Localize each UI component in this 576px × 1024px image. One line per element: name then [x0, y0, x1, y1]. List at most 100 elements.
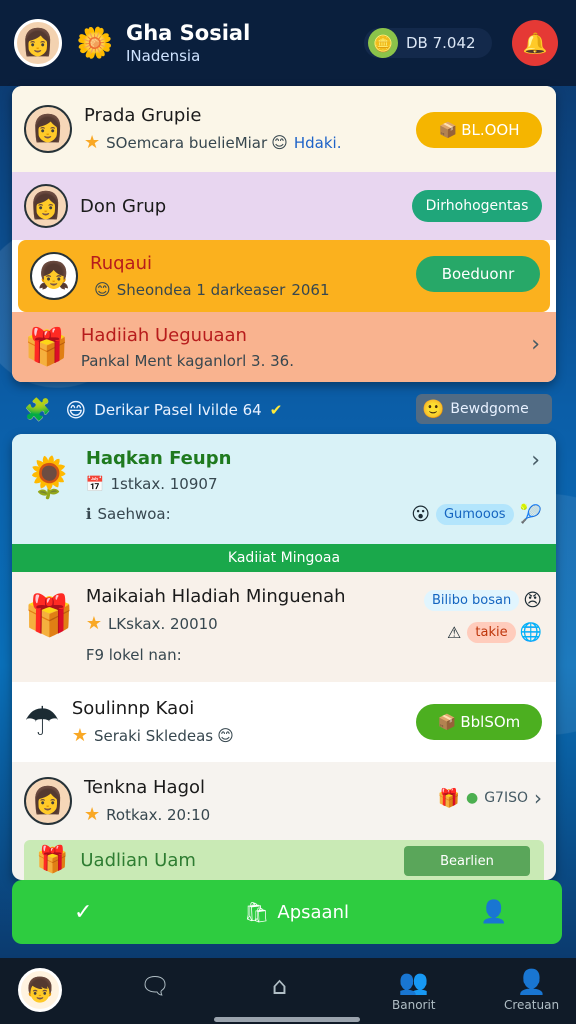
app-subtitle: INadensia — [126, 47, 201, 65]
coin-text: DB 7.042 — [406, 34, 476, 52]
dot-icon: ● — [465, 790, 479, 806]
group-action-label: BL.OOH — [461, 121, 520, 139]
groups-card: 👩 Prada Grupie ★ SOemcara buelieMiar 😊 H… — [12, 86, 556, 382]
person-icon: 👤 — [516, 968, 547, 996]
smile-icon: 😊 — [94, 280, 111, 299]
user-icon[interactable]: 👤 — [480, 900, 507, 925]
item-action-button[interactable]: Bearlien — [404, 846, 530, 876]
box-icon: 📦 — [437, 713, 457, 731]
action-bar-label: Apsaanl — [277, 901, 349, 923]
app-header: 👩 🌼 Gha Sosial INadensia 🪙 DB 7.042 🔔 — [0, 0, 576, 86]
message-icon: 🗨 — [140, 972, 171, 1000]
item-sub: ★ Seraki Skledeas 😊 — [72, 725, 234, 746]
daily-sub-text: 1stkax. 10907 — [110, 475, 218, 493]
smile-icon: 😊 — [271, 133, 288, 152]
check-circle-icon[interactable]: ✓ — [74, 900, 92, 925]
item-row[interactable]: 👩 Tenkna Hagol ★ Rotkax. 20:10 🎁 ● G7ISO… — [12, 762, 556, 840]
coin-icon: 🪙 — [368, 28, 398, 58]
item-sub2-text: F9 lokel nan: — [85, 646, 182, 664]
group-row[interactable]: 👧 Ruqaui 😊 Sheondea 1 darkeaser 2061 Boe… — [18, 240, 550, 312]
item-tag-group: Bilibo bosan 😠 — [423, 590, 542, 611]
daily-card: 🌻 Haqkan Feupn 📅 1stkax. 10907 ℹ Saehwoa… — [12, 434, 556, 880]
daily-banner: Kadiiat Mingoaa — [12, 544, 556, 572]
action-bar: ✓ 🛍 Apsaanl 👤 — [12, 880, 562, 944]
item-title: Uadlian Uam — [80, 849, 196, 871]
group-row[interactable]: 👩 Prada Grupie ★ SOemcara buelieMiar 😊 H… — [12, 86, 556, 172]
item-title: Maikaiah Hladiah Minguenah — [85, 586, 346, 607]
group-action-button[interactable]: 📦 BL.OOH — [416, 112, 542, 148]
promo-button[interactable]: 🙂 Bewdgome — [416, 394, 552, 424]
daily-row[interactable]: 🌻 Haqkan Feupn 📅 1stkax. 10907 ℹ Saehwoa… — [12, 434, 556, 544]
smile-icon: 😊 — [217, 726, 234, 745]
group-sub-text: Pankal Ment kaganlorl 3. 36. — [80, 351, 294, 370]
promo-strip[interactable]: 🧩 😄 Derikar Pasel Ivilde 64 ✔ 🙂 Bewdgome — [24, 394, 554, 426]
bag-icon: 🛍 — [244, 900, 270, 924]
star-icon: ★ — [84, 804, 101, 825]
group-sub: 😊 Sheondea 1 darkeaser 2061 — [90, 280, 330, 299]
item-action-button[interactable]: 📦 BblSOm — [416, 704, 542, 740]
promo-button-label: Bewdgome — [450, 401, 529, 417]
ball-icon: 🎾 — [519, 504, 542, 525]
coin-balance[interactable]: 🪙 DB 7.042 — [364, 28, 492, 58]
group-sub: ★ SOemcara buelieMiar 😊 Hdaki. — [84, 132, 341, 153]
item-sub: ★ LKskax. 20010 — [86, 613, 346, 634]
item-row[interactable]: 🎁 Maikaiah Hladiah Minguenah ★ LKskax. 2… — [12, 572, 556, 682]
item-row[interactable]: 🎁 Uadlian Uam Bearlien — [24, 840, 544, 880]
star-icon: ★ — [85, 613, 102, 634]
item-code-group: 🎁 ● G7ISO › — [438, 786, 542, 810]
puzzle-icon: 🧩 — [24, 397, 52, 423]
daily-sub2-text: Saehwoa: — [97, 505, 171, 523]
item-tag-group2: ⚠ takie 🌐 — [447, 622, 542, 643]
calendar-icon: 📅 — [85, 475, 105, 493]
group-avatar: 👧 — [30, 252, 78, 300]
group-title: Hadiiah Ueguuaan — [80, 324, 247, 346]
star-icon: ★ — [71, 725, 88, 746]
gift-icon: 🎁 — [24, 327, 69, 368]
item-sub: ★ Rotkax. 20:10 — [84, 804, 210, 825]
warning-icon: ⚠ — [447, 623, 462, 642]
nav-label: Creatuan — [504, 998, 560, 1012]
flower-icon: 🌻 — [24, 455, 74, 501]
chevron-right-icon[interactable]: › — [531, 448, 540, 473]
notification-button[interactable]: 🔔 — [512, 20, 558, 66]
chevron-right-icon[interactable]: › — [534, 786, 542, 810]
item-action-label: Bearlien — [440, 853, 494, 869]
nav-messages[interactable]: 🗨 — [140, 972, 170, 1000]
app-logo: 🌼 — [76, 25, 114, 61]
group-sub-tag: Hdaki. — [293, 133, 342, 152]
group-title: Prada Grupie — [84, 105, 202, 126]
item-tag[interactable]: Bilibo bosan — [423, 590, 520, 611]
item-title: Soulinnp Kaoi — [71, 698, 195, 719]
group-sub-text: SOemcara buelieMiar — [106, 133, 268, 152]
umbrella-icon: ☂ — [24, 699, 60, 745]
home-indicator — [214, 1017, 360, 1022]
group-avatar: 👩 — [24, 105, 72, 153]
group-action-button[interactable]: Dirhohogentas — [412, 190, 542, 222]
daily-tag[interactable]: Gumooos — [435, 504, 514, 525]
group-action-label: Dirhohogentas — [425, 198, 529, 214]
nav-item-4[interactable]: 👥 Banorit — [392, 968, 436, 1012]
gift-icon: 🎁 — [437, 787, 460, 809]
group-row[interactable]: 🎁 Hadiiah Ueguuaan Pankal Ment kaganlorl… — [12, 312, 556, 382]
group-sub: Pankal Ment kaganlorl 3. 36. — [81, 352, 294, 370]
item-tag2[interactable]: takie — [467, 622, 516, 643]
promo-text: Derikar Pasel Ivilde 64 — [94, 401, 262, 419]
group-action-button[interactable]: Boeduonr — [416, 256, 540, 292]
item-row[interactable]: ☂ Soulinnp Kaoi ★ Seraki Skledeas 😊 📦 Bb… — [12, 682, 556, 762]
action-bar-main[interactable]: 🛍 Apsaanl — [244, 900, 349, 924]
box-icon: 📦 — [438, 121, 458, 139]
star-icon: ★ — [84, 132, 101, 153]
user-avatar[interactable]: 👩 — [14, 19, 62, 67]
nav-profile[interactable]: 👦 — [18, 968, 62, 1012]
group-row[interactable]: 👩 Don Grup Dirhohogentas — [12, 172, 556, 240]
group-sub-tag: 2061 — [291, 280, 330, 299]
chevron-right-icon[interactable]: › — [531, 332, 540, 357]
app-title-block: Gha Sosial INadensia — [126, 21, 250, 65]
daily-tag-group: 😮 Gumooos 🎾 — [411, 504, 542, 525]
check-icon: ✔ — [269, 401, 283, 419]
info-icon: ℹ — [85, 505, 92, 523]
nav-item-5[interactable]: 👤 Creatuan — [504, 968, 559, 1012]
item-sub2: F9 lokel nan: — [86, 646, 346, 664]
gift-icon: 🎁 — [24, 593, 74, 639]
nav-home[interactable]: ⌂ — [272, 972, 287, 1000]
